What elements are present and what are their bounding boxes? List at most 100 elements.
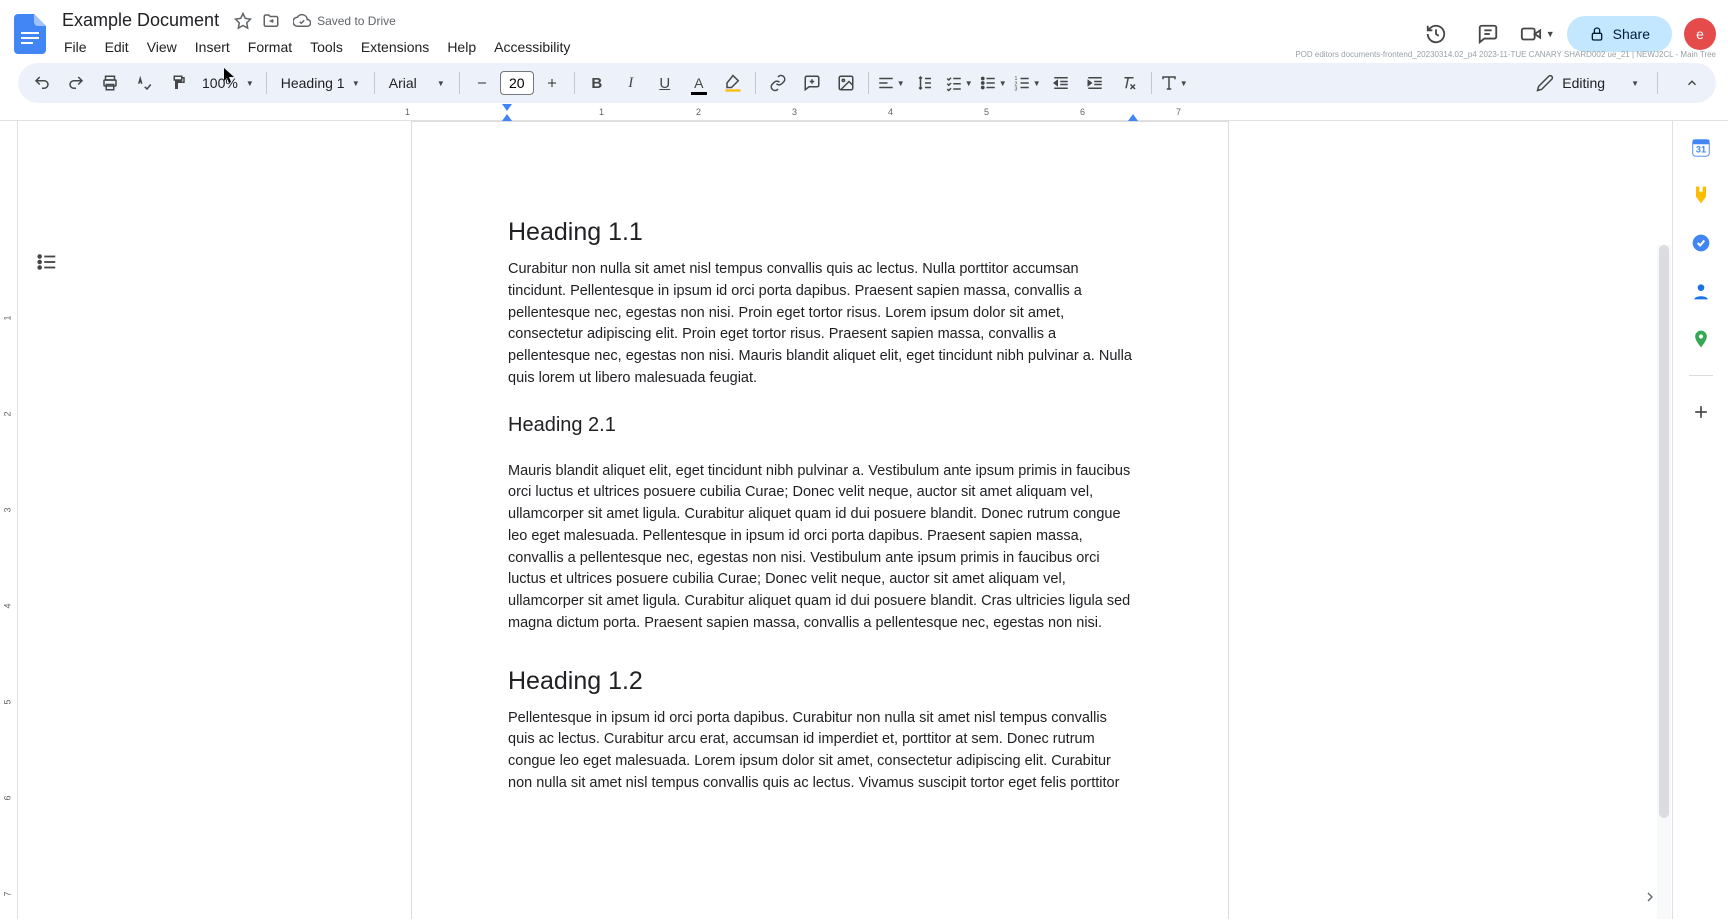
- line-spacing-button[interactable]: [909, 67, 941, 99]
- horizontal-ruler[interactable]: 1 1 2 3 4 5 6 7: [0, 105, 1728, 121]
- saved-status-text: Saved to Drive: [317, 14, 396, 28]
- spellcheck-button[interactable]: [128, 67, 160, 99]
- keep-icon[interactable]: [1689, 183, 1713, 207]
- zoom-select[interactable]: 100%▼: [196, 71, 260, 95]
- share-button[interactable]: Share: [1567, 16, 1672, 52]
- heading-1[interactable]: Heading 1.1: [508, 218, 1132, 247]
- ruler-h-tick: 1: [599, 107, 604, 117]
- saved-status[interactable]: Saved to Drive: [293, 12, 396, 30]
- svg-text:3: 3: [1014, 87, 1017, 93]
- bulleted-list-button[interactable]: ▼: [977, 67, 1009, 99]
- comments-icon[interactable]: [1468, 14, 1508, 54]
- editing-mode-button[interactable]: Editing ▼: [1524, 68, 1651, 98]
- heading-1[interactable]: Heading 1.2: [508, 667, 1132, 696]
- tasks-icon[interactable]: [1689, 231, 1713, 255]
- history-icon[interactable]: [1416, 14, 1456, 54]
- italic-button[interactable]: I: [615, 67, 647, 99]
- indent-decrease-button[interactable]: [1045, 67, 1077, 99]
- separator: [1657, 72, 1658, 94]
- menu-file[interactable]: File: [56, 35, 95, 59]
- vertical-ruler[interactable]: 1 2 3 4 5 6 7: [0, 121, 18, 919]
- menu-bar: File Edit View Insert Format Tools Exten…: [56, 35, 1408, 59]
- separator: [755, 72, 756, 94]
- separator: [574, 72, 575, 94]
- ruler-h-tick: 3: [792, 107, 797, 117]
- ruler-v-tick: 1: [3, 315, 13, 320]
- maps-icon[interactable]: [1689, 327, 1713, 351]
- ruler-v-tick: 3: [3, 507, 13, 512]
- separator: [868, 72, 869, 94]
- separator: [266, 72, 267, 94]
- heading-2[interactable]: Heading 2.1: [508, 414, 1132, 437]
- menu-help[interactable]: Help: [439, 35, 484, 59]
- docs-logo-icon[interactable]: [12, 10, 48, 58]
- ruler-v-tick: 7: [3, 891, 13, 896]
- ruler-h-tick: 7: [1176, 107, 1181, 117]
- side-panel-collapse-icon[interactable]: [1636, 883, 1664, 911]
- input-tools-button[interactable]: ▼: [1158, 67, 1190, 99]
- redo-button[interactable]: [60, 67, 92, 99]
- print-button[interactable]: [94, 67, 126, 99]
- undo-button[interactable]: [26, 67, 58, 99]
- paint-format-button[interactable]: [162, 67, 194, 99]
- scrollbar-vertical[interactable]: [1657, 245, 1671, 919]
- separator: [1689, 375, 1713, 376]
- insert-link-button[interactable]: [762, 67, 794, 99]
- menu-extensions[interactable]: Extensions: [353, 35, 437, 59]
- outline-toggle-button[interactable]: [36, 251, 64, 279]
- underline-button[interactable]: U: [649, 67, 681, 99]
- contacts-icon[interactable]: [1689, 279, 1713, 303]
- menu-view[interactable]: View: [139, 35, 185, 59]
- font-size-increase[interactable]: [536, 67, 568, 99]
- page[interactable]: Heading 1.1 Curabitur non nulla sit amet…: [411, 121, 1229, 919]
- document-canvas[interactable]: Heading 1.1 Curabitur non nulla sit amet…: [18, 121, 1672, 919]
- menu-edit[interactable]: Edit: [97, 35, 137, 59]
- checklist-button[interactable]: ▼: [943, 67, 975, 99]
- separator: [374, 72, 375, 94]
- font-size-decrease[interactable]: [466, 67, 498, 99]
- version-string: POD editors documents-frontend_20230314.…: [1295, 50, 1716, 59]
- text-color-button[interactable]: A: [683, 67, 715, 99]
- separator: [459, 72, 460, 94]
- move-folder-icon[interactable]: [261, 11, 281, 31]
- numbered-list-button[interactable]: 123▼: [1011, 67, 1043, 99]
- ruler-v-tick: 5: [3, 699, 13, 704]
- menu-format[interactable]: Format: [240, 35, 300, 59]
- align-button[interactable]: ▼: [875, 67, 907, 99]
- ruler-v-tick: 4: [3, 603, 13, 608]
- indent-increase-button[interactable]: [1079, 67, 1111, 99]
- ruler-h-tick: 1: [405, 107, 410, 117]
- menu-tools[interactable]: Tools: [302, 35, 351, 59]
- bold-button[interactable]: B: [581, 67, 613, 99]
- scrollbar-thumb[interactable]: [1659, 245, 1669, 818]
- calendar-icon[interactable]: 31: [1689, 135, 1713, 159]
- body-paragraph[interactable]: Mauris blandit aliquet elit, eget tincid…: [508, 461, 1132, 635]
- avatar[interactable]: e: [1684, 18, 1716, 50]
- font-size-input[interactable]: 20: [500, 71, 534, 95]
- body-paragraph[interactable]: Curabitur non nulla sit amet nisl tempus…: [508, 259, 1132, 390]
- ruler-v-tick: 2: [3, 411, 13, 416]
- ruler-h-tick: 4: [888, 107, 893, 117]
- meet-button[interactable]: ▼: [1520, 23, 1555, 45]
- add-icon[interactable]: [1689, 400, 1713, 424]
- star-icon[interactable]: [233, 11, 253, 31]
- document-title[interactable]: Example Document: [56, 8, 225, 33]
- menu-accessibility[interactable]: Accessibility: [486, 35, 578, 59]
- separator: [1151, 72, 1152, 94]
- ruler-h-tick: 2: [696, 107, 701, 117]
- insert-image-button[interactable]: [830, 67, 862, 99]
- menu-insert[interactable]: Insert: [187, 35, 238, 59]
- indent-marker-left[interactable]: [502, 104, 512, 112]
- share-label: Share: [1613, 26, 1650, 42]
- font-select[interactable]: Arial▼: [381, 71, 453, 95]
- clear-formatting-button[interactable]: [1113, 67, 1145, 99]
- ruler-h-tick: 6: [1080, 107, 1085, 117]
- paragraph-style-select[interactable]: Heading 1▼: [273, 71, 368, 95]
- toolbar: 100%▼ Heading 1▼ Arial▼ 20 B I U A ▼ ▼ ▼…: [18, 63, 1716, 103]
- ruler-h-tick: 5: [984, 107, 989, 117]
- collapse-toolbar-button[interactable]: [1676, 67, 1708, 99]
- body-paragraph[interactable]: Pellentesque in ipsum id orci porta dapi…: [508, 708, 1132, 795]
- side-panel: 31: [1672, 121, 1728, 919]
- insert-comment-button[interactable]: [796, 67, 828, 99]
- highlight-button[interactable]: [717, 67, 749, 99]
